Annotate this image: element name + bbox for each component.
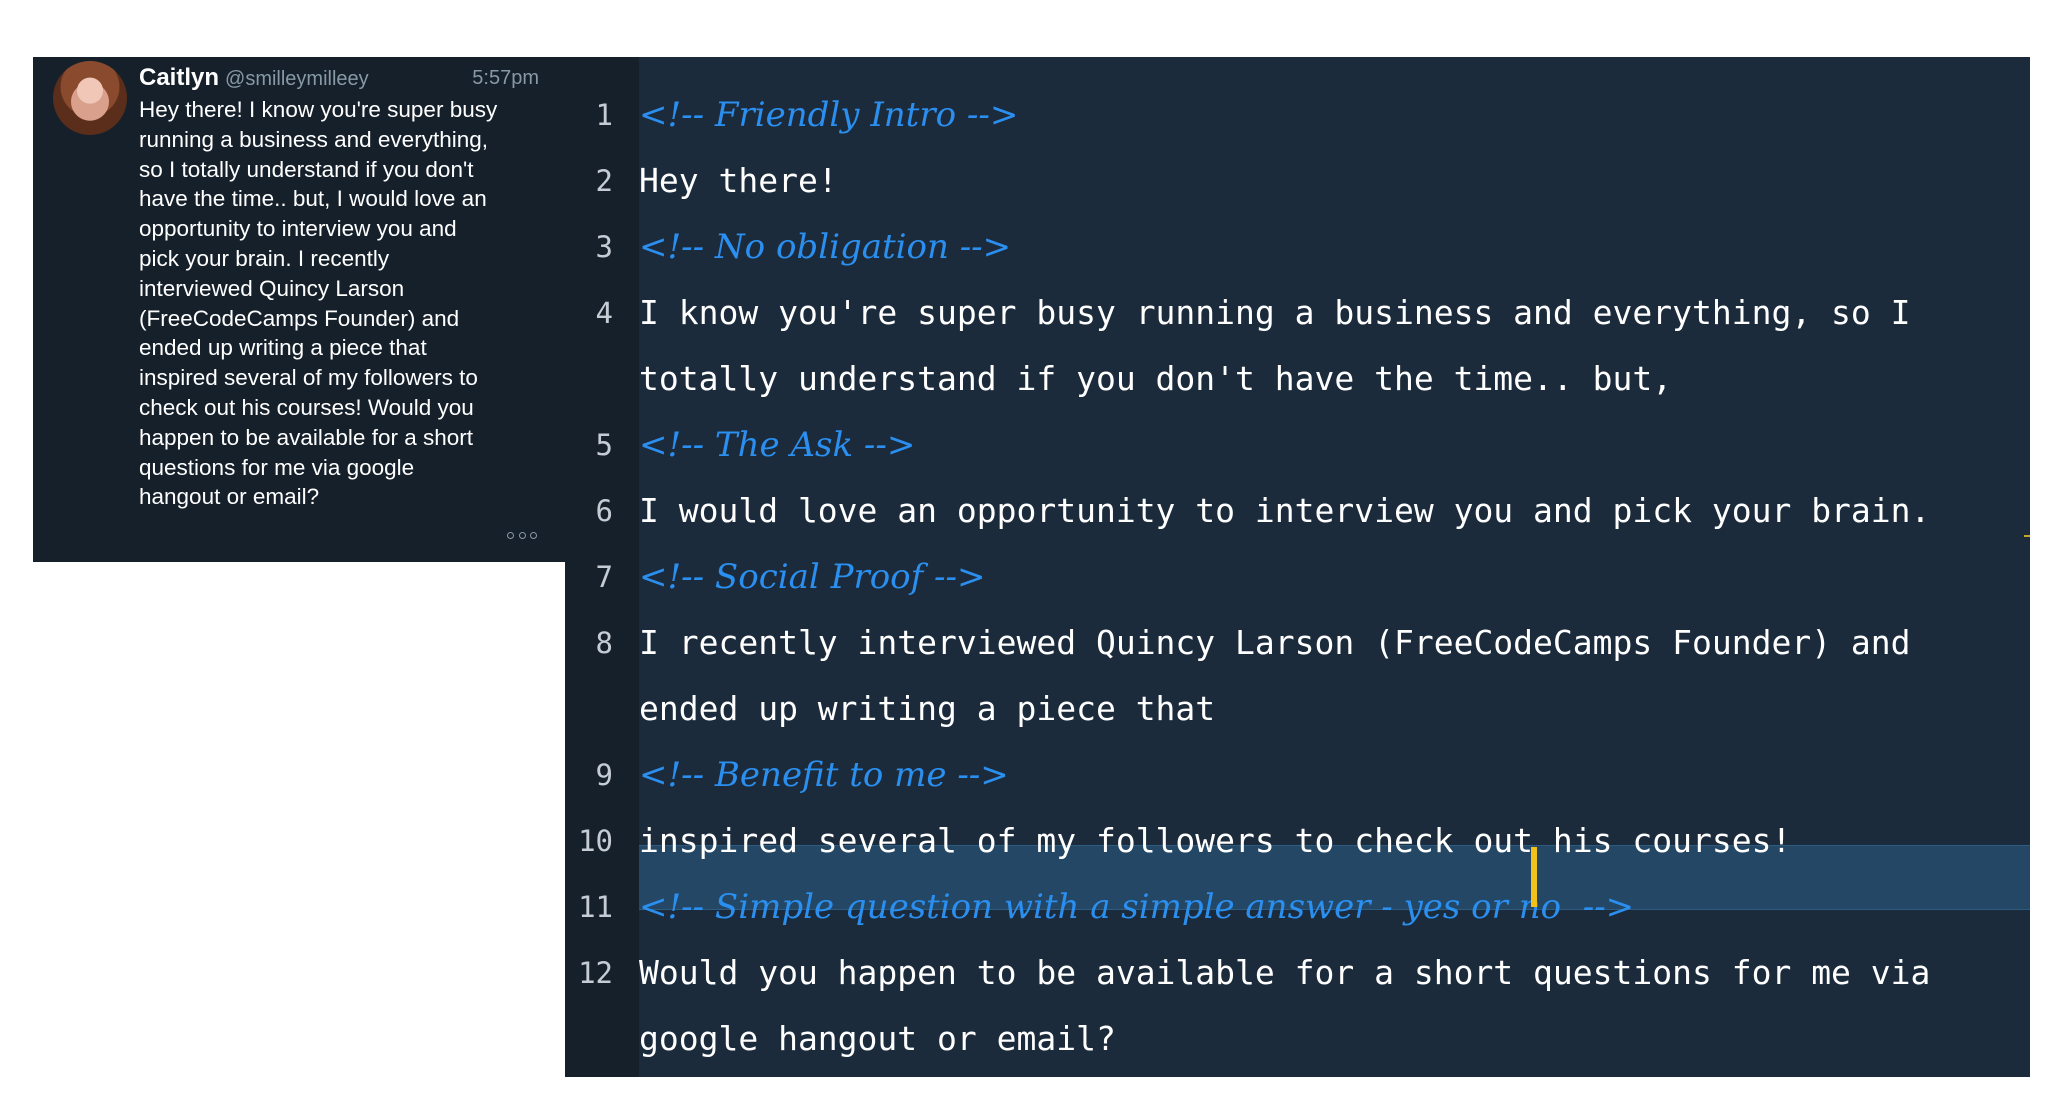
code-editor[interactable]: 1 <!-- Friendly Intro --> 2 Hey there! 3 <!--… — [565, 57, 2030, 1077]
line-number: 11 — [578, 890, 613, 924]
line-text: <!-- No obligation --> — [639, 227, 1012, 267]
line-text: google hangout or email? — [639, 1019, 1116, 1058]
line-text: Would you happen to be available for a s… — [639, 953, 1931, 992]
code-line[interactable]: google hangout or email? — [565, 1006, 2030, 1072]
line-number: 1 — [595, 98, 613, 132]
line-number: 8 — [595, 626, 613, 660]
more-options-icon[interactable] — [507, 530, 537, 540]
line-text: <!-- Benefit to me --> — [639, 755, 1009, 795]
sender-name[interactable]: Caitlyn — [139, 64, 219, 91]
comment-line[interactable]: 3 <!-- No obligation --> — [565, 214, 2030, 280]
line-number: 10 — [578, 824, 613, 858]
code-line[interactable]: totally understand if you don't have the… — [565, 346, 2030, 412]
sender-handle[interactable]: @smilleymilleey — [225, 68, 369, 90]
dot — [530, 531, 537, 539]
line-number: 7 — [595, 560, 613, 594]
line-text: I would love an opportunity to interview… — [639, 491, 1931, 530]
message-timestamp: 5:57pm — [472, 67, 539, 89]
line-number: 3 — [595, 230, 613, 264]
comment-line[interactable]: 9 <!-- Benefit to me --> — [565, 742, 2030, 808]
comment-line[interactable]: 11 <!-- Simple question with a simple ans… — [565, 874, 2030, 940]
line-text: <!-- Friendly Intro --> — [639, 95, 1019, 135]
line-number — [565, 346, 613, 412]
line-number: 2 — [595, 164, 613, 198]
line-text: <!-- Simple question with a simple answe… — [639, 887, 1635, 927]
comment-line[interactable]: 7 <!-- Social Proof --> — [565, 544, 2030, 610]
line-text: Hey there! — [639, 161, 838, 200]
text-cursor — [1531, 847, 1537, 907]
code-line[interactable]: 2 Hey there! — [565, 148, 2030, 214]
code-line[interactable]: 4 I know you're super busy running a busi… — [565, 280, 2030, 346]
line-number: 5 — [595, 428, 613, 462]
line-number: 9 — [595, 758, 613, 792]
line-number: 12 — [578, 956, 613, 990]
dot — [507, 531, 514, 539]
line-number: 6 — [595, 494, 613, 528]
line-number — [565, 1006, 613, 1072]
code-line[interactable]: 10 inspired several of my followers to ch… — [565, 808, 2030, 874]
line-text: <!-- The Ask --> — [639, 425, 916, 465]
line-number — [565, 676, 613, 742]
comment-line[interactable]: 5 <!-- The Ask --> — [565, 412, 2030, 478]
line-text: I know you're super busy running a busin… — [639, 293, 1911, 332]
line-text: <!-- Social Proof --> — [639, 557, 986, 597]
line-text: inspired several of my followers to chec… — [639, 821, 1792, 860]
line-number: 4 — [595, 296, 613, 330]
avatar[interactable] — [53, 61, 127, 135]
line-text: I recently interviewed Quincy Larson (Fr… — [639, 623, 1911, 662]
scrollbar-marker[interactable] — [2024, 535, 2030, 537]
direct-message-card: Caitlyn @smilleymilleey 5:57pm Hey there!… — [33, 57, 570, 562]
code-line[interactable]: 12 Would you happen to be available for a… — [565, 940, 2030, 1006]
line-text: totally understand if you don't have the… — [639, 359, 1673, 398]
dot — [518, 531, 526, 539]
code-line[interactable]: 8 I recently interviewed Quincy Larson (F… — [565, 610, 2030, 676]
line-text: ended up writing a piece that — [639, 689, 1216, 728]
message-header: Caitlyn @smilleymilleey 5:57pm — [139, 64, 539, 94]
message-body: Hey there! I know you're super busy runn… — [139, 97, 498, 510]
code-line[interactable]: ended up writing a piece that — [565, 676, 2030, 742]
comment-line[interactable]: 1 <!-- Friendly Intro --> — [565, 82, 2030, 148]
code-line[interactable]: 6 I would love an opportunity to intervie… — [565, 478, 2030, 544]
